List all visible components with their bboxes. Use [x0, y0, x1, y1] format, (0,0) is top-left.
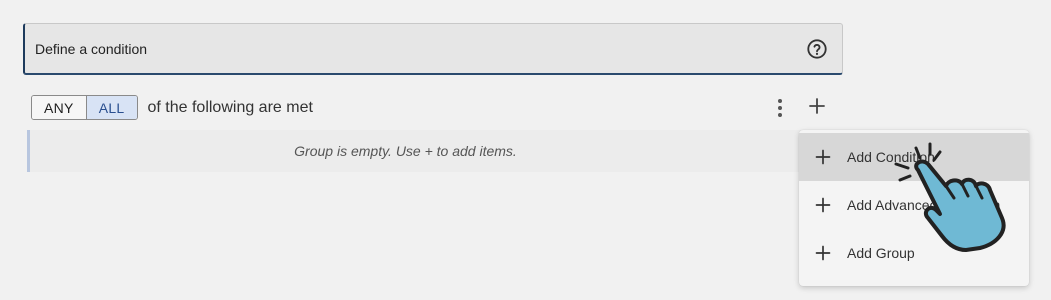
toggle-any[interactable]: ANY: [32, 96, 87, 119]
condition-group: Group is empty. Use + to add items.: [27, 130, 841, 172]
more-options-icon[interactable]: [774, 97, 786, 117]
menu-item-add-advanced-condition[interactable]: Add Advanced Condition: [799, 181, 1029, 229]
plus-icon: [815, 245, 831, 261]
menu-item-label: Add Group: [847, 245, 915, 261]
add-dropdown-menu: Add Condition Add Advanced Condition Add…: [799, 130, 1029, 286]
match-toggle: ANY ALL: [31, 95, 138, 120]
plus-icon: [815, 197, 831, 213]
menu-item-add-condition[interactable]: Add Condition: [799, 133, 1029, 181]
menu-item-add-group[interactable]: Add Group: [799, 229, 1029, 277]
condition-title: Define a condition: [35, 40, 148, 57]
rule-row: ANY ALL of the following are met: [31, 95, 841, 120]
condition-header: Define a condition: [23, 23, 843, 75]
rule-text: of the following are met: [147, 98, 313, 116]
group-empty-message: Group is empty. Use + to add items.: [294, 143, 517, 159]
plus-icon: [815, 149, 831, 165]
add-plus-icon[interactable]: [807, 96, 827, 116]
question-circle-icon[interactable]: [806, 38, 828, 60]
toggle-all[interactable]: ALL: [86, 96, 137, 119]
menu-item-label: Add Advanced Condition: [847, 197, 1001, 213]
menu-item-label: Add Condition: [847, 149, 935, 165]
